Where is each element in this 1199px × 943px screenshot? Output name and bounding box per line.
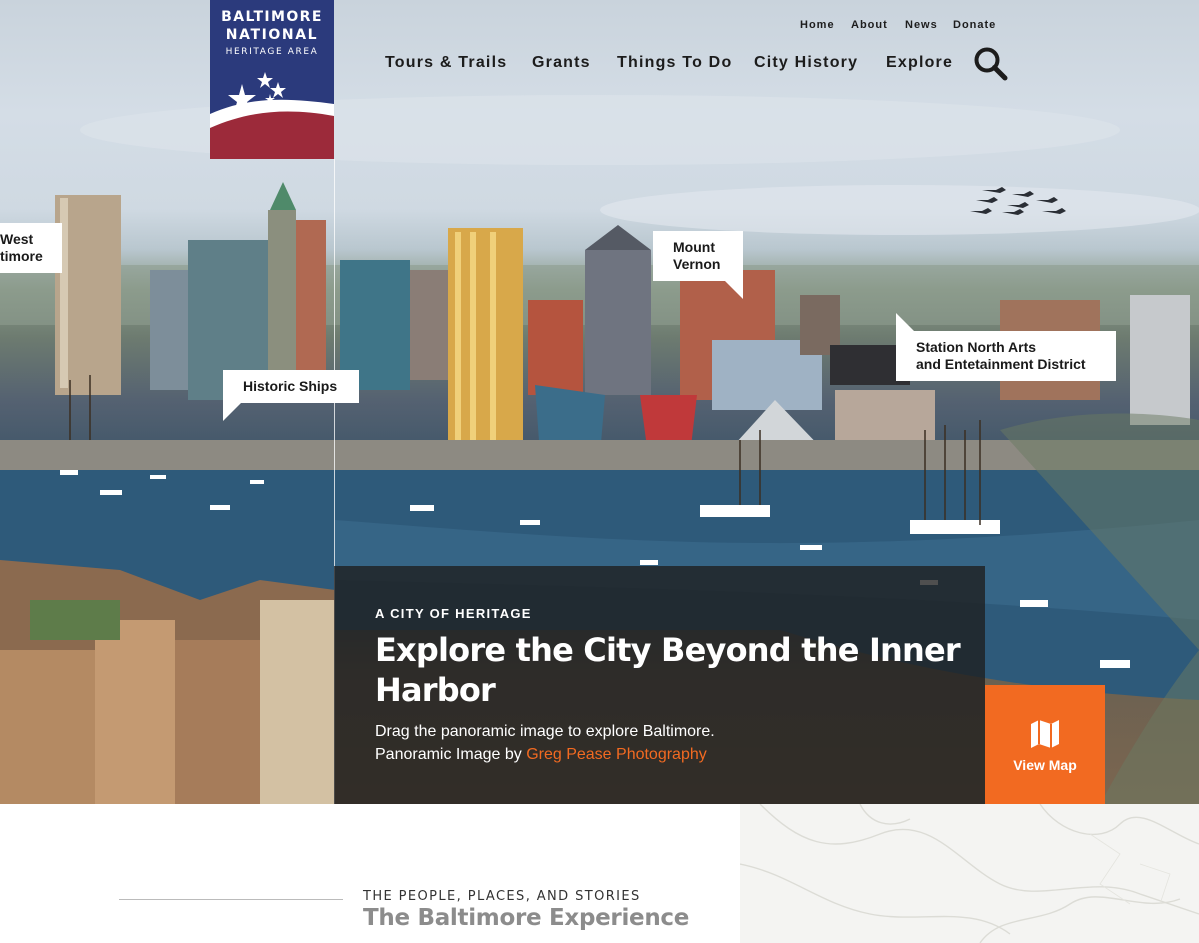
stars-icon bbox=[210, 72, 334, 159]
photographer-link[interactable]: Greg Pease Photography bbox=[526, 746, 707, 763]
search-icon[interactable] bbox=[973, 46, 1009, 82]
hero-headline: Explore the City Beyond the Inner Harbor bbox=[375, 631, 961, 709]
utility-nav: Home About News Donate bbox=[0, 19, 1199, 35]
nav-about[interactable]: About bbox=[851, 19, 888, 31]
map-icon bbox=[1031, 720, 1059, 748]
hero-caption-panel: A CITY OF HERITAGE Explore the City Beyo… bbox=[334, 566, 985, 804]
map-label-station-north-text: Station North Arts and Entetainment Dist… bbox=[916, 339, 1086, 372]
experience-section: THE PEOPLE, PLACES, AND STORIES The Balt… bbox=[0, 804, 1199, 943]
decorative-map-background bbox=[740, 804, 1199, 943]
nav-news[interactable]: News bbox=[905, 19, 938, 31]
view-map-label: View Map bbox=[1013, 757, 1077, 773]
logo-line-3: HERITAGE AREA bbox=[225, 47, 319, 57]
view-map-button[interactable]: View Map bbox=[985, 685, 1105, 804]
map-label-west-text: West timore bbox=[0, 231, 43, 264]
map-label-west-baltimore[interactable]: West timore bbox=[0, 223, 62, 273]
map-label-historic-ships-text: Historic Ships bbox=[243, 378, 338, 394]
nav-donate[interactable]: Donate bbox=[953, 19, 996, 31]
section-kicker: THE PEOPLE, PLACES, AND STORIES bbox=[363, 889, 641, 904]
nav-grants[interactable]: Grants bbox=[532, 54, 591, 72]
nav-explore[interactable]: Explore bbox=[886, 54, 953, 72]
map-label-mount-vernon-text: Mount Vernon bbox=[673, 239, 721, 272]
map-label-station-north-pointer bbox=[896, 313, 914, 331]
nav-home[interactable]: Home bbox=[800, 19, 835, 31]
hero-credit: Panoramic Image by Greg Pease Photograph… bbox=[375, 743, 707, 766]
map-label-station-north[interactable]: Station North Arts and Entetainment Dist… bbox=[896, 331, 1116, 381]
map-label-historic-ships[interactable]: Historic Ships bbox=[223, 370, 359, 403]
nav-things-to-do[interactable]: Things To Do bbox=[617, 54, 732, 72]
hero-credit-prefix: Panoramic Image by bbox=[375, 746, 527, 763]
hero-eyebrow: A CITY OF HERITAGE bbox=[375, 606, 532, 621]
nav-city-history[interactable]: City History bbox=[754, 54, 858, 72]
map-label-mount-vernon-pointer bbox=[725, 281, 743, 299]
nav-tours-trails[interactable]: Tours & Trails bbox=[385, 54, 507, 72]
map-label-historic-ships-pointer bbox=[223, 403, 241, 421]
section-rule bbox=[119, 899, 343, 900]
section-title: The Baltimore Experience bbox=[363, 905, 690, 931]
hero-panorama[interactable]: BALTIMORE NATIONAL HERITAGE AREA Home Ab… bbox=[0, 0, 1199, 804]
map-label-mount-vernon[interactable]: Mount Vernon bbox=[653, 231, 743, 281]
hero-description: Drag the panoramic image to explore Balt… bbox=[375, 723, 715, 740]
